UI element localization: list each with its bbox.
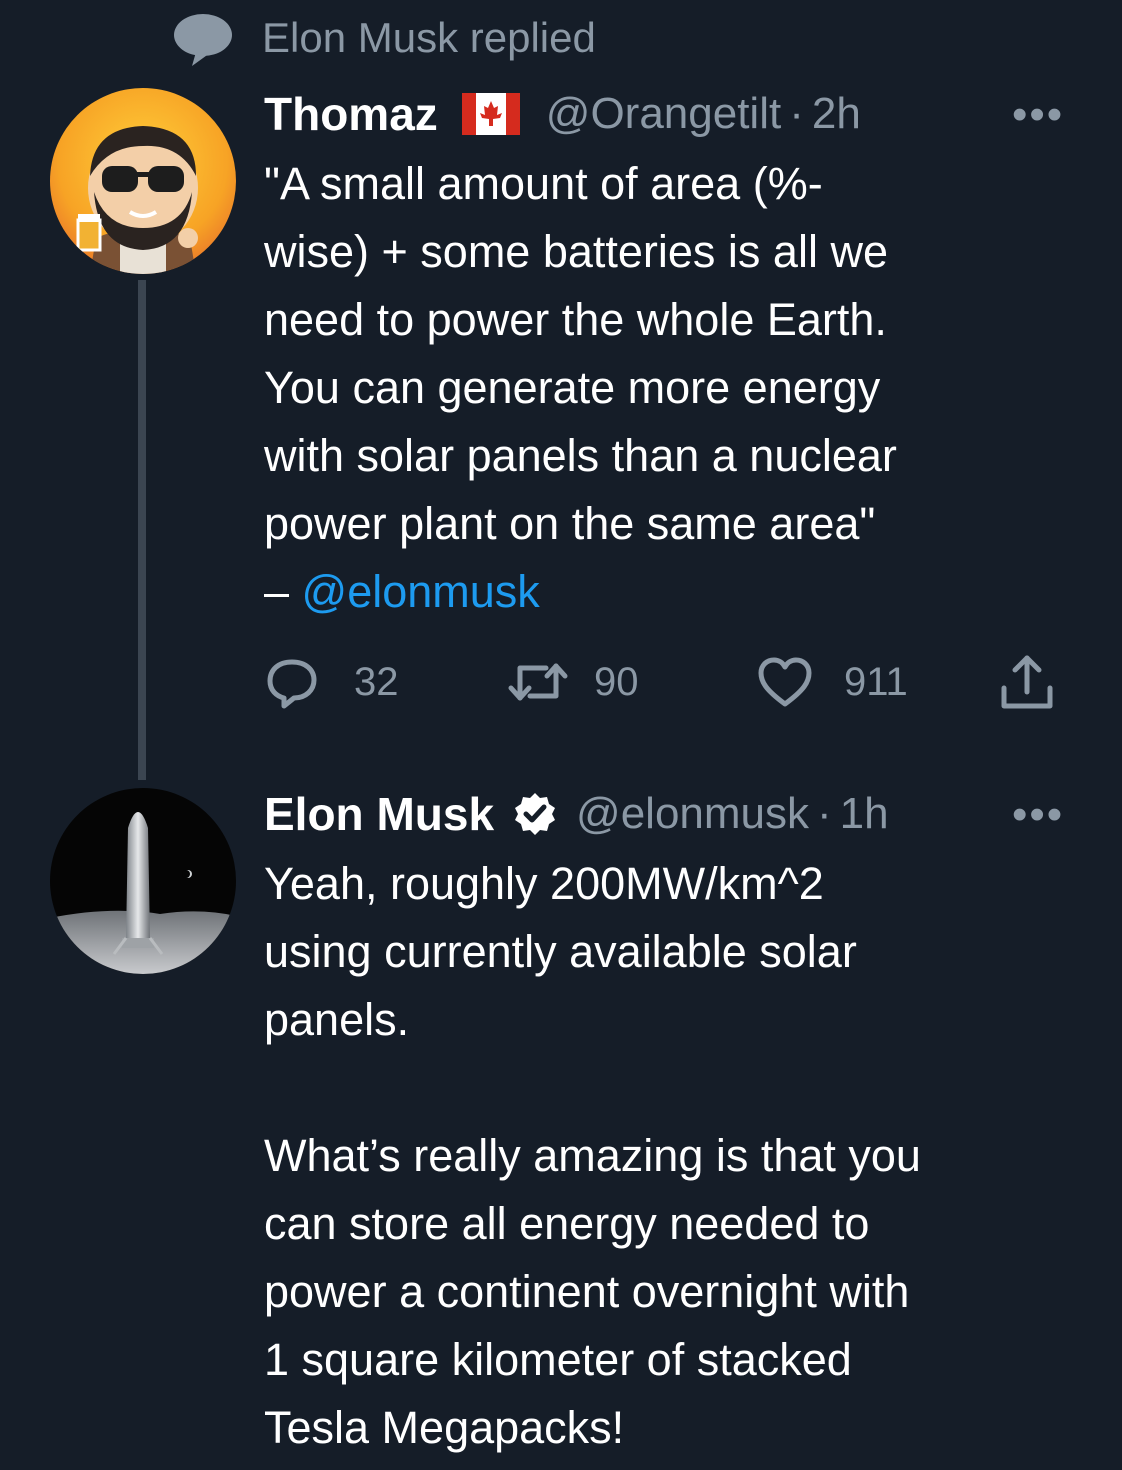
more-options-icon[interactable]: ••• (1012, 90, 1064, 140)
tweet-header-thomaz: Thomaz @Orangetilt · 2h (264, 84, 861, 144)
reply-count: 32 (354, 659, 399, 704)
reply-icon (264, 654, 320, 710)
avatar-elonmusk[interactable] (50, 788, 236, 974)
reply-button[interactable]: 32 (264, 650, 399, 714)
reply-context-text: Elon Musk replied (262, 14, 596, 61)
tweet-body: "A small amount of area (%- wise) + some… (264, 158, 897, 617)
mention-link[interactable]: @elonmusk (302, 566, 540, 617)
author-name[interactable]: Thomaz (264, 87, 438, 141)
retweet-icon (506, 654, 570, 710)
tweet-text-thomaz: "A small amount of area (%- wise) + some… (264, 150, 1064, 626)
tweet-actions: 32 90 911 (264, 650, 1064, 720)
canada-flag-icon (461, 93, 520, 135)
heart-icon (756, 654, 814, 710)
thread-line (138, 280, 146, 780)
tweet-text-elonmusk: Yeah, roughly 200MW/km^2 using currently… (264, 858, 921, 1453)
like-count: 911 (844, 659, 908, 704)
verified-badge-icon (512, 791, 558, 837)
tweet-header-elonmusk: Elon Musk @elonmusk · 1h (264, 784, 889, 844)
like-button[interactable]: 911 (756, 650, 908, 714)
share-icon (998, 652, 1056, 712)
separator-dot: · (789, 89, 804, 138)
author-name[interactable]: Elon Musk (264, 787, 494, 841)
speech-bubble-icon (172, 10, 234, 66)
author-handle[interactable]: @Orangetilt (546, 89, 781, 139)
share-button[interactable] (998, 650, 1056, 714)
retweet-count: 90 (594, 659, 639, 704)
retweet-button[interactable]: 90 (506, 650, 639, 714)
avatar-thomaz[interactable] (50, 88, 236, 274)
timestamp[interactable]: 2h (812, 89, 861, 139)
separator-dot: · (817, 789, 832, 838)
author-handle[interactable]: @elonmusk (576, 789, 809, 839)
timestamp[interactable]: 1h (840, 789, 889, 839)
reply-context: Elon Musk replied (172, 10, 596, 66)
more-options-icon[interactable]: ••• (1012, 790, 1064, 840)
